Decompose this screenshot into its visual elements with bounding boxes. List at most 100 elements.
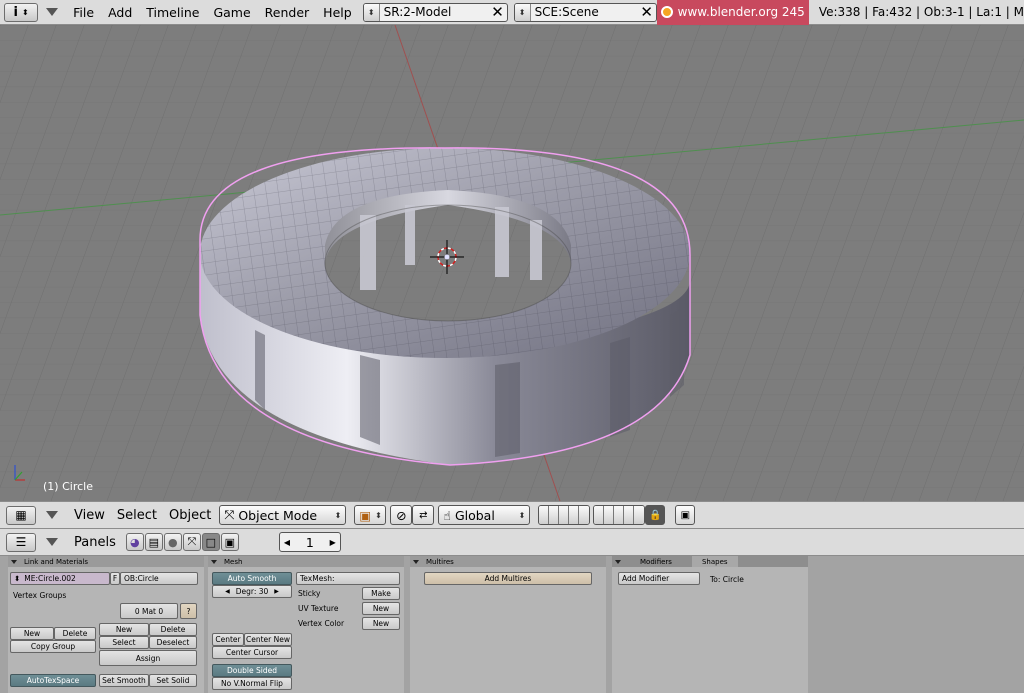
center-button[interactable]: Center [212,633,244,646]
tab-shapes[interactable]: Shapes [691,556,738,567]
autotexspace-toggle[interactable]: AutoTexSpace [10,674,96,687]
mode-label: Object Mode [238,507,318,523]
scene-selector[interactable]: ⬍ SCE:Scene ✕ [513,2,657,22]
buttons-header: ☰ Panels ◕ ▤ ● ⤧ □ ▣ ◀ 1 ▶ [0,529,1024,556]
collapse-buttons-menu-icon[interactable] [46,538,58,546]
lock-icon: 🔒 [649,509,662,521]
manipulator-toggle[interactable]: ⇄ [412,505,435,525]
blender-logo-icon [660,6,673,18]
uv-texture-label: UV Texture [298,604,339,613]
frame-prev-icon[interactable]: ◀ [284,538,290,547]
logic-context-button[interactable]: ◕ [125,533,144,551]
menu-help[interactable]: Help [316,5,359,20]
script-context-button[interactable]: ▤ [144,533,163,551]
close-screen-icon[interactable]: ✕ [489,4,507,21]
auto-smooth-toggle[interactable]: Auto Smooth [212,572,292,585]
editing-context-button[interactable]: □ [201,533,220,551]
degree-field[interactable]: ◀ Degr: 30 ▶ [212,585,292,598]
pivot-icon: ⊘ [396,507,407,523]
mode-selector[interactable]: ⤧ Object Mode ⬍ [219,505,347,525]
material-new-button[interactable]: New [99,623,149,636]
frame-next-icon[interactable]: ▶ [330,538,336,547]
info-icon: i [13,4,18,20]
uv-texture-new-button[interactable]: New [362,602,400,615]
frame-field[interactable]: ◀ 1 ▶ [278,532,341,552]
shading-context-button[interactable]: ● [163,533,182,551]
material-deselect-button[interactable]: Deselect [149,636,197,649]
3d-viewport[interactable]: (1) Circle [0,25,1024,501]
context-buttons: ◕ ▤ ● ⤧ □ ▣ [125,533,239,551]
tab-modifiers[interactable]: Modifiers [628,558,684,566]
link-materials-title[interactable]: Link and Materials [8,556,204,567]
menu-timeline[interactable]: Timeline [139,5,206,20]
screen-selector[interactable]: ⬍ SR:2-Model ✕ [362,2,508,22]
texmesh-field[interactable]: TexMesh: [296,572,400,585]
object-name-field[interactable]: OB:Circle [120,572,198,585]
sticky-make-button[interactable]: Make [362,587,400,600]
hand-icon: ☝ [443,507,451,523]
3d-view-header: ▦ View Select Object ⤧ Object Mode ⬍ ▣ ⬍… [0,501,1024,529]
editor-type-button[interactable]: i ⬍ [4,2,39,22]
image-icon: ▣ [680,509,691,521]
menu-object[interactable]: Object [163,508,217,523]
lock-layers-button[interactable]: 🔒 [645,505,666,525]
menu-select[interactable]: Select [111,508,163,523]
copy-group-button[interactable]: Copy Group [10,640,96,653]
double-sided-toggle[interactable]: Double Sided [212,664,292,677]
layer-buttons-1[interactable] [538,505,591,525]
multires-title[interactable]: Multires [410,556,606,567]
pivot-button[interactable]: ⊘ [390,505,413,525]
mesh-name-field[interactable]: ⬍ ME:Circle.002 [10,572,110,585]
material-index-field[interactable]: 0 Mat 0 [120,603,178,619]
center-cursor-button[interactable]: Center Cursor [212,646,292,659]
material-help-button[interactable]: ? [180,603,197,619]
view-editor-type-button[interactable]: ▦ [6,505,36,525]
active-object-label: (1) Circle [43,480,93,493]
scene-browse-icon[interactable]: ⬍ [514,3,531,21]
draw-type-selector[interactable]: ▣ ⬍ [354,505,387,525]
multires-panel: Multires Add Multires [410,556,606,693]
material-assign-button[interactable]: Assign [99,650,197,666]
fake-user-button[interactable]: F [110,572,120,585]
viewport-canvas[interactable] [0,25,1024,501]
no-vnormal-flip-toggle[interactable]: No V.Normal Flip [212,677,292,690]
editing-square-icon: □ [205,535,217,549]
vgroup-delete-button[interactable]: Delete [54,627,96,640]
scene-name[interactable]: SCE:Scene [531,5,638,19]
scene-context-button[interactable]: ▣ [220,533,239,551]
add-multires-button[interactable]: Add Multires [424,572,592,585]
logic-icon: ◕ [130,535,140,549]
collapse-menu-icon[interactable] [46,8,59,16]
vertex-color-new-button[interactable]: New [362,617,400,630]
object-context-button[interactable]: ⤧ [182,533,201,551]
object-mode-icon: ⤧ [224,507,235,522]
render-preview-button[interactable]: ▣ [675,505,696,525]
screen-name[interactable]: SR:2-Model [380,5,489,19]
blender-url: www.blender.org 245 [656,0,809,25]
menu-game[interactable]: Game [206,5,257,20]
center-new-button[interactable]: Center New [244,633,292,646]
collapse-view-menu-icon[interactable] [46,511,58,519]
panels-label: Panels [74,534,116,550]
material-delete-button[interactable]: Delete [149,623,197,636]
menu-render[interactable]: Render [258,5,317,20]
set-smooth-button[interactable]: Set Smooth [99,674,149,687]
url-text: www.blender.org 245 [677,5,805,19]
material-select-button[interactable]: Select [99,636,149,649]
buttons-editor-type-button[interactable]: ☰ [6,532,36,552]
menu-view[interactable]: View [68,508,111,523]
add-modifier-button[interactable]: Add Modifier [618,572,700,585]
screen-browse-icon[interactable]: ⬍ [363,3,380,21]
orientation-selector[interactable]: ☝ Global ⬍ [438,505,531,525]
close-scene-icon[interactable]: ✕ [638,4,656,21]
set-solid-button[interactable]: Set Solid [149,674,197,687]
manipulator-icon: ⇄ [419,509,428,521]
menu-add[interactable]: Add [101,5,139,20]
mesh-title[interactable]: Mesh [208,556,404,567]
scene-stats: Ve:338 | Fa:432 | Ob:3-1 | La:1 | M [818,5,1024,19]
vgroup-new-button[interactable]: New [10,627,54,640]
menu-file[interactable]: File [66,5,101,20]
layer-buttons-2[interactable] [593,505,646,525]
solid-draw-icon: ▣ [359,507,372,523]
object-axes-icon: ⤧ [187,535,197,548]
